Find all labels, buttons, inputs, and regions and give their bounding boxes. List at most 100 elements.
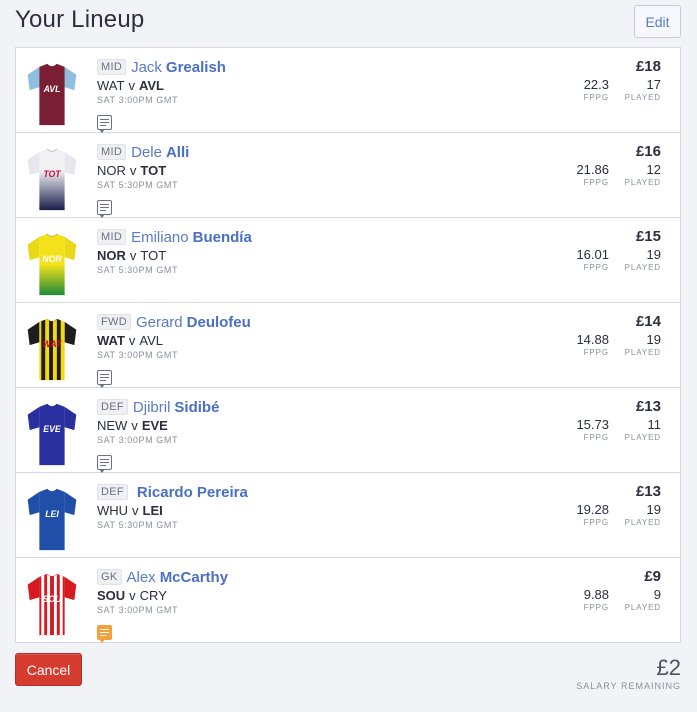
player-news-icon[interactable] bbox=[97, 455, 112, 473]
player-stats: 19.28 FPPG 19 PLAYED bbox=[549, 502, 661, 527]
player-last-name[interactable]: Buendía bbox=[193, 229, 252, 246]
versus-label: v bbox=[131, 418, 138, 433]
played-value: 12 bbox=[646, 162, 661, 177]
player-row[interactable]: SOU GK Alex McCarthy SOU v CRY SAT 3:00P… bbox=[16, 558, 680, 643]
played-label: PLAYED bbox=[624, 93, 661, 102]
versus-label: v bbox=[128, 78, 135, 93]
player-first-name[interactable]: Djibril bbox=[133, 399, 171, 416]
home-team: WAT bbox=[97, 78, 125, 93]
played-label: PLAYED bbox=[624, 348, 661, 357]
fppg-value: 15.73 bbox=[576, 417, 609, 432]
played-label: PLAYED bbox=[624, 178, 661, 187]
player-last-name[interactable]: Sidibé bbox=[174, 399, 219, 416]
edit-button[interactable]: Edit bbox=[634, 5, 681, 38]
fppg-value: 16.01 bbox=[576, 247, 609, 262]
versus-label: v bbox=[129, 163, 137, 178]
fppg-value: 14.88 bbox=[576, 332, 609, 347]
player-row[interactable]: TOT MID Dele Alli NOR v TOT SAT 5:30PM G… bbox=[16, 133, 680, 218]
position-badge: MID bbox=[97, 59, 127, 75]
player-first-name[interactable]: Alex bbox=[127, 569, 156, 586]
player-row[interactable]: LEI DEF Ricardo Pereira WHU v LEI SAT 5:… bbox=[16, 473, 680, 558]
svg-text:EVE: EVE bbox=[43, 424, 62, 434]
player-first-name[interactable]: Jack bbox=[131, 59, 162, 76]
kickoff-time: SAT 3:00PM GMT bbox=[97, 605, 179, 615]
away-team: AVL bbox=[138, 78, 164, 93]
fppg-value: 9.88 bbox=[583, 587, 609, 602]
player-news-icon[interactable] bbox=[97, 370, 112, 388]
position-badge: MID bbox=[97, 144, 127, 160]
page-title: Your Lineup bbox=[15, 6, 145, 33]
player-news-icon[interactable] bbox=[97, 115, 112, 133]
player-stats: 14.88 FPPG 19 PLAYED bbox=[549, 332, 661, 357]
lineup-list: AVL MID Jack Grealish WAT v AVL SAT 3:00… bbox=[15, 47, 681, 643]
fppg-label: FPPG bbox=[583, 263, 609, 272]
team-kit-icon: WAT bbox=[25, 316, 79, 384]
player-last-name[interactable]: Deulofeu bbox=[187, 314, 251, 331]
player-row[interactable]: NOR MID Emiliano Buendía NOR v TOT SAT 5… bbox=[16, 218, 680, 303]
played-value: 11 bbox=[647, 417, 662, 432]
fppg-label: FPPG bbox=[583, 178, 609, 187]
player-first-name[interactable]: Gerard bbox=[136, 314, 183, 331]
salary-remaining-amount: £2 bbox=[656, 655, 681, 680]
played-label: PLAYED bbox=[624, 603, 661, 612]
fppg-label: FPPG bbox=[583, 518, 609, 527]
salary-remaining-label: SALARY REMAINING bbox=[576, 681, 681, 691]
player-salary: £16 bbox=[635, 143, 661, 160]
svg-text:NOR: NOR bbox=[42, 254, 62, 264]
player-row[interactable]: EVE DEF Djibril Sidibé NEW v EVE SAT 3:0… bbox=[16, 388, 680, 473]
fppg-label: FPPG bbox=[583, 603, 609, 612]
home-team: SOU bbox=[97, 588, 126, 603]
position-badge: DEF bbox=[97, 484, 128, 500]
away-team: AVL bbox=[139, 333, 164, 348]
kickoff-time: SAT 3:00PM GMT bbox=[97, 95, 179, 105]
fixture: NOR v TOT bbox=[97, 248, 252, 264]
player-info: FWD Gerard Deulofeu WAT v AVL SAT 3:00PM… bbox=[97, 312, 251, 388]
home-team: NOR bbox=[97, 248, 126, 263]
played-value: 19 bbox=[646, 247, 661, 262]
player-first-name[interactable]: Emiliano bbox=[131, 229, 189, 246]
fppg-value: 19.28 bbox=[576, 502, 609, 517]
svg-text:WAT: WAT bbox=[43, 339, 62, 349]
player-info: MID Jack Grealish WAT v AVL SAT 3:00PM G… bbox=[97, 57, 226, 133]
played-value: 17 bbox=[646, 77, 661, 92]
player-salary: £18 bbox=[635, 58, 661, 75]
salary-remaining: £2 SALARY REMAINING bbox=[576, 655, 681, 691]
player-stats: 9.88 FPPG 9 PLAYED bbox=[549, 587, 661, 612]
position-badge: FWD bbox=[97, 314, 131, 330]
player-first-name[interactable]: Dele bbox=[131, 144, 162, 161]
player-last-name[interactable]: Alli bbox=[166, 144, 189, 161]
player-stats: 21.86 FPPG 12 PLAYED bbox=[549, 162, 661, 187]
svg-text:TOT: TOT bbox=[43, 169, 61, 179]
home-team: WHU bbox=[97, 503, 129, 518]
fixture: NEW v EVE bbox=[97, 418, 219, 434]
away-team: TOT bbox=[140, 248, 167, 263]
player-last-name[interactable]: McCarthy bbox=[160, 569, 228, 586]
player-last-name[interactable]: Ricardo Pereira bbox=[137, 484, 248, 501]
player-info: GK Alex McCarthy SOU v CRY SAT 3:00PM GM… bbox=[97, 567, 228, 643]
fppg-value: 22.3 bbox=[583, 77, 609, 92]
player-salary: £9 bbox=[644, 568, 661, 585]
team-kit-icon: AVL bbox=[25, 61, 79, 129]
player-news-icon[interactable] bbox=[97, 200, 112, 218]
player-stats: 16.01 FPPG 19 PLAYED bbox=[549, 247, 661, 272]
away-team: TOT bbox=[140, 163, 167, 178]
team-kit-icon: LEI bbox=[25, 486, 79, 554]
player-news-icon[interactable] bbox=[97, 625, 112, 643]
cancel-button[interactable]: Cancel bbox=[15, 653, 82, 686]
versus-label: v bbox=[132, 503, 139, 518]
kickoff-time: SAT 3:00PM GMT bbox=[97, 435, 179, 445]
played-value: 9 bbox=[653, 587, 661, 602]
svg-text:LEI: LEI bbox=[45, 509, 59, 519]
position-badge: MID bbox=[97, 229, 127, 245]
player-row[interactable]: AVL MID Jack Grealish WAT v AVL SAT 3:00… bbox=[16, 48, 680, 133]
fixture: WAT v AVL bbox=[97, 78, 226, 94]
kickoff-time: SAT 5:30PM GMT bbox=[97, 520, 179, 530]
svg-text:SOU: SOU bbox=[43, 594, 63, 604]
home-team: NEW bbox=[97, 418, 128, 433]
versus-label: v bbox=[128, 333, 136, 348]
versus-label: v bbox=[129, 588, 136, 603]
player-info: DEF Ricardo Pereira WHU v LEI SAT 5:30PM… bbox=[97, 482, 248, 530]
fppg-label: FPPG bbox=[583, 93, 609, 102]
player-last-name[interactable]: Grealish bbox=[166, 59, 226, 76]
player-row[interactable]: WAT FWD Gerard Deulofeu WAT v AVL SAT 3:… bbox=[16, 303, 680, 388]
